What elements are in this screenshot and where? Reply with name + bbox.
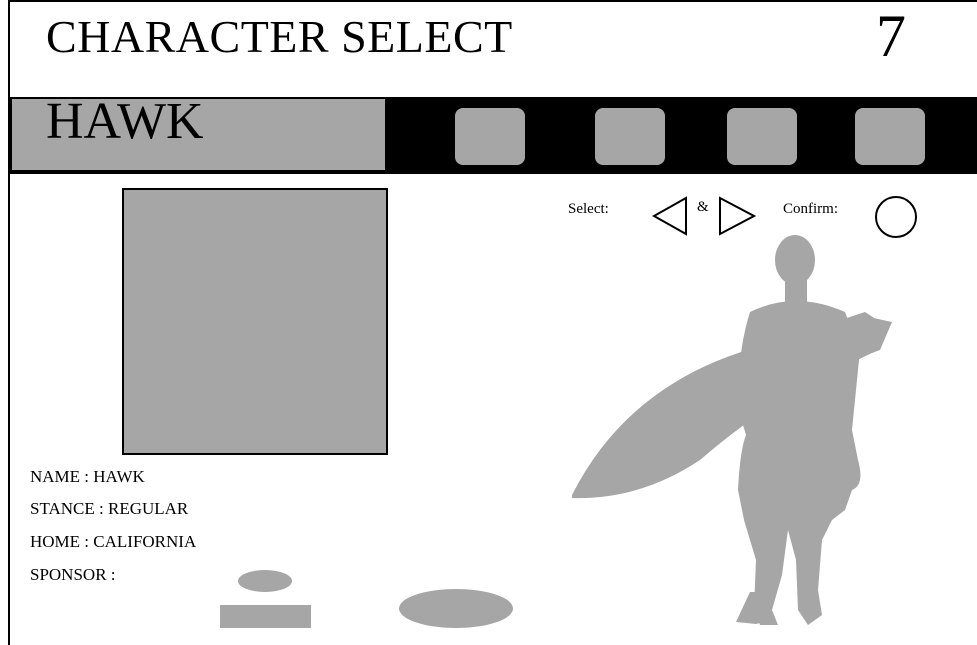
confirm-hint-label: Confirm: xyxy=(783,201,838,217)
stat-name: NAME : HAWK xyxy=(30,467,145,486)
sponsor-logo-large-oval xyxy=(399,589,513,628)
character-portrait xyxy=(122,188,388,455)
screen-title: CHARACTER SELECT xyxy=(46,11,513,62)
countdown-timer: 7 xyxy=(876,3,906,69)
character-slot-3[interactable] xyxy=(727,108,797,165)
select-hint-label: Select: xyxy=(568,201,609,217)
surfer-silhouette-figure xyxy=(572,235,892,625)
character-slot-1[interactable] xyxy=(455,108,525,165)
character-slot-2[interactable] xyxy=(595,108,665,165)
stat-stance: STANCE : REGULAR xyxy=(30,499,189,518)
and-label: & xyxy=(697,199,709,215)
selected-character-tab: HAWK xyxy=(12,93,387,170)
stat-home: HOME : CALIFORNIA xyxy=(30,532,197,551)
sponsor-logo-oval xyxy=(238,570,292,592)
character-slot-4[interactable] xyxy=(855,108,925,165)
selected-character-name: HAWK xyxy=(46,93,204,150)
bar-divider xyxy=(10,172,977,174)
sponsor-logo-bar xyxy=(220,605,311,628)
stat-sponsor: SPONSOR : xyxy=(30,565,116,584)
